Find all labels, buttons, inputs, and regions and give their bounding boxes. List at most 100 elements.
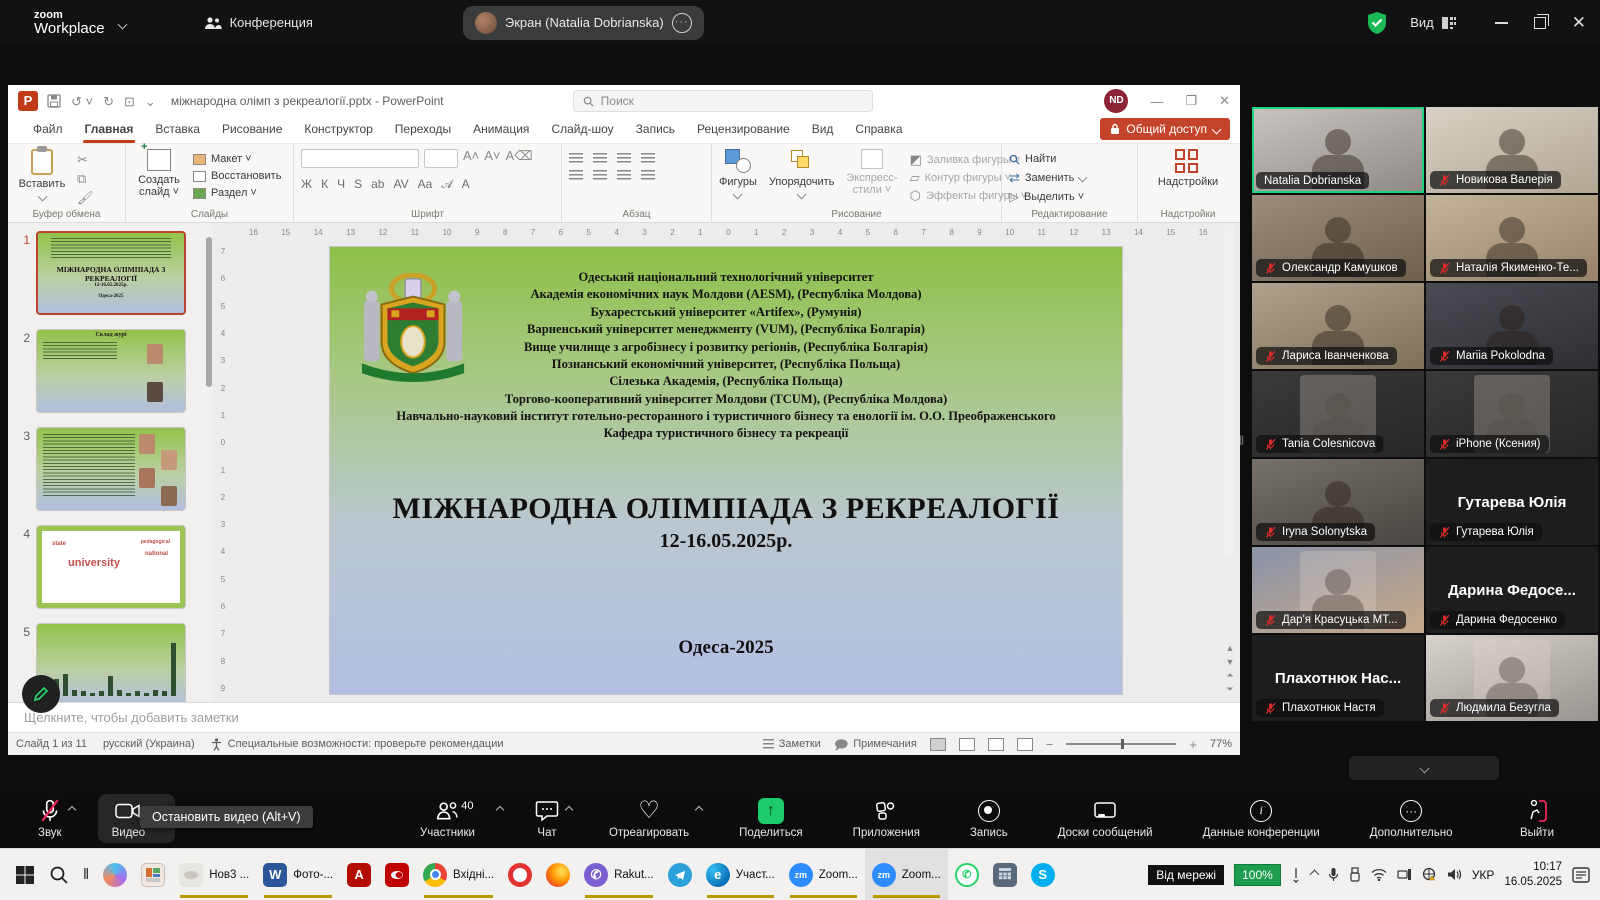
participant-tile[interactable]: Гутарева Юлія Гутарева Юлія bbox=[1426, 459, 1598, 545]
section-button[interactable]: Раздел ˅ bbox=[193, 187, 281, 199]
ribbon-tab[interactable]: Вид bbox=[801, 118, 845, 143]
ppt-minimize-button[interactable]: — bbox=[1150, 94, 1163, 109]
taskbar-firefox[interactable] bbox=[539, 849, 577, 900]
editor-scrollbar[interactable]: ▲ ▼ ⏶ ⏷ bbox=[1224, 225, 1236, 698]
microphone-icon[interactable] bbox=[1328, 867, 1339, 882]
participant-tile[interactable]: Дарина Федосе... Дарина Федосенко bbox=[1426, 547, 1598, 633]
participant-tile[interactable]: Дар'я Красуцька МТ... bbox=[1252, 547, 1424, 633]
clear-format-icon[interactable]: A⌫ bbox=[506, 149, 533, 168]
find-button[interactable]: Найти bbox=[1009, 153, 1130, 165]
notes-toggle[interactable]: Заметки bbox=[762, 738, 821, 750]
slide-thumbnail-1[interactable]: МІЖНАРОДНА ОЛІМПІАДА З РЕКРЕАЛОГІЇ 12-16… bbox=[36, 231, 186, 315]
ribbon-tab[interactable]: Слайд-шоу bbox=[540, 118, 624, 143]
new-slide-button[interactable]: Создать слайд ˅ bbox=[133, 141, 185, 198]
restore-button[interactable] bbox=[1533, 13, 1549, 29]
ribbon-tab[interactable]: Главная bbox=[74, 118, 145, 143]
numbering-icon[interactable] bbox=[593, 153, 607, 164]
redo-icon[interactable]: ↻ bbox=[103, 95, 114, 108]
keyboard-language[interactable]: УКР bbox=[1472, 868, 1495, 882]
accessibility-status[interactable]: Специальные возможности: проверьте реком… bbox=[211, 737, 504, 751]
shapes-button[interactable]: Фигуры bbox=[719, 149, 757, 200]
ribbon-tab[interactable]: Рисование bbox=[211, 118, 293, 143]
tab-screen-share[interactable]: Экран (Natalia Dobrianska) ··· bbox=[462, 5, 704, 40]
undo-icon[interactable]: ↺ ˅ bbox=[71, 95, 93, 108]
audio-button[interactable]: Звук bbox=[28, 794, 76, 843]
share-access-button[interactable]: Общий доступ bbox=[1100, 118, 1230, 140]
justify-icon[interactable] bbox=[641, 170, 655, 181]
taskbar-word[interactable]: W Фото-... bbox=[256, 849, 340, 900]
participants-chevron[interactable] bbox=[495, 804, 505, 816]
whiteboards-button[interactable]: Доски сообщений bbox=[1048, 794, 1163, 843]
copy-icon[interactable]: ⧉ bbox=[77, 172, 94, 185]
participant-tile[interactable]: iPhone (Ксения) bbox=[1426, 371, 1598, 457]
notification-center-icon[interactable] bbox=[1572, 866, 1590, 883]
language-status[interactable]: русский (Украина) bbox=[103, 738, 195, 750]
bullets-icon[interactable] bbox=[569, 153, 583, 164]
taskbar-whatsapp[interactable]: ✆ bbox=[948, 849, 986, 900]
save-icon[interactable] bbox=[47, 94, 61, 108]
reading-view-icon[interactable] bbox=[987, 737, 1004, 751]
taskbar-file[interactable]: Нов3 ... bbox=[172, 849, 256, 900]
font-format-button[interactable]: ab bbox=[371, 177, 384, 192]
chat-button[interactable]: Чат bbox=[525, 794, 574, 843]
quick-access-more-icon[interactable]: ⌄ bbox=[145, 95, 156, 108]
participant-tile[interactable]: Олександр Камушков bbox=[1252, 195, 1424, 281]
wifi-icon[interactable] bbox=[1371, 868, 1387, 881]
participant-tile[interactable]: Tania Colesnicova bbox=[1252, 371, 1424, 457]
participants-button[interactable]: 40 Участники bbox=[410, 794, 505, 843]
grow-font-icon[interactable]: A˄ bbox=[463, 149, 479, 168]
font-format-button[interactable]: AV bbox=[393, 177, 408, 192]
tab-options-icon[interactable]: ··· bbox=[671, 12, 692, 33]
comments-toggle[interactable]: 🗩 Примечания bbox=[834, 738, 917, 751]
align-right-icon[interactable] bbox=[617, 170, 631, 181]
font-format-button[interactable]: Ч bbox=[337, 177, 345, 192]
view-button[interactable]: Вид bbox=[1410, 15, 1457, 30]
font-name-select[interactable] bbox=[301, 149, 419, 168]
usb-icon[interactable] bbox=[1349, 867, 1361, 882]
font-format-button[interactable]: Aa bbox=[418, 177, 433, 192]
shrink-font-icon[interactable]: A˅ bbox=[484, 149, 500, 168]
align-left-icon[interactable] bbox=[569, 170, 583, 181]
ppt-restore-button[interactable]: ❐ bbox=[1185, 93, 1197, 109]
start-presentation-icon[interactable]: ⊡ bbox=[124, 95, 135, 108]
slide-canvas[interactable]: Одеський національний технологічний унів… bbox=[330, 247, 1122, 694]
zoom-slider[interactable] bbox=[1066, 739, 1177, 749]
normal-view-icon[interactable] bbox=[929, 737, 946, 751]
participant-tile[interactable]: Людмила Безугла bbox=[1426, 635, 1598, 721]
taskbar-search[interactable] bbox=[42, 849, 76, 900]
search-input[interactable]: Поиск bbox=[572, 90, 873, 112]
indent-increase-icon[interactable] bbox=[641, 153, 655, 164]
ribbon-tab[interactable]: Переходы bbox=[384, 118, 462, 143]
tray-expand-chevron[interactable] bbox=[1309, 869, 1320, 880]
participant-tile[interactable]: Новикова Валерія bbox=[1426, 107, 1598, 193]
leave-meeting-button[interactable]: Выйти bbox=[1510, 794, 1564, 843]
ribbon-tab[interactable]: Файл bbox=[22, 118, 74, 143]
minimize-button[interactable] bbox=[1494, 21, 1508, 24]
more-button[interactable]: ··· Дополнительно bbox=[1360, 794, 1463, 843]
notes-pane[interactable]: Щелкните, чтобы добавить заметки bbox=[8, 702, 1240, 732]
meeting-info-button[interactable]: i Данные конференции bbox=[1193, 794, 1330, 843]
taskbar-edge[interactable]: e Участ... bbox=[699, 849, 782, 900]
font-format-button[interactable]: Ж bbox=[301, 177, 312, 192]
layout-button[interactable]: Макет ˅ bbox=[193, 153, 281, 165]
battery-badge[interactable]: 100% bbox=[1234, 863, 1281, 886]
quick-styles-button[interactable]: Экспресс- стили ˅ bbox=[846, 149, 898, 196]
thumbnail-scrollbar[interactable] bbox=[204, 223, 213, 702]
ribbon-tab[interactable]: Рецензирование bbox=[686, 118, 801, 143]
taskbar-viber[interactable]: ✆ Rakut... bbox=[577, 849, 661, 900]
reset-button[interactable]: Восстановить bbox=[193, 170, 281, 182]
participant-tile[interactable]: Natalia Dobrianska bbox=[1252, 107, 1424, 193]
collapse-gallery-button[interactable] bbox=[1349, 756, 1499, 780]
shield-warning-icon[interactable] bbox=[1422, 867, 1437, 882]
ribbon-tab[interactable]: Запись bbox=[625, 118, 686, 143]
ribbon-tab[interactable]: Анимация bbox=[462, 118, 540, 143]
font-format-button[interactable]: 𝒜 bbox=[441, 177, 452, 192]
zoom-in-icon[interactable]: + bbox=[1189, 738, 1197, 751]
participant-tile[interactable]: Лариса Іванченкова bbox=[1252, 283, 1424, 369]
panel-resize-handle[interactable]: ‖ bbox=[1239, 433, 1245, 448]
arrange-button[interactable]: Упорядочить bbox=[769, 149, 834, 200]
participant-tile[interactable]: Плахотнюк Нас... Плахотнюк Настя bbox=[1252, 635, 1424, 721]
font-size-select[interactable] bbox=[424, 149, 458, 168]
security-shield-icon[interactable] bbox=[1366, 11, 1388, 35]
slideshow-icon[interactable] bbox=[1016, 737, 1033, 751]
